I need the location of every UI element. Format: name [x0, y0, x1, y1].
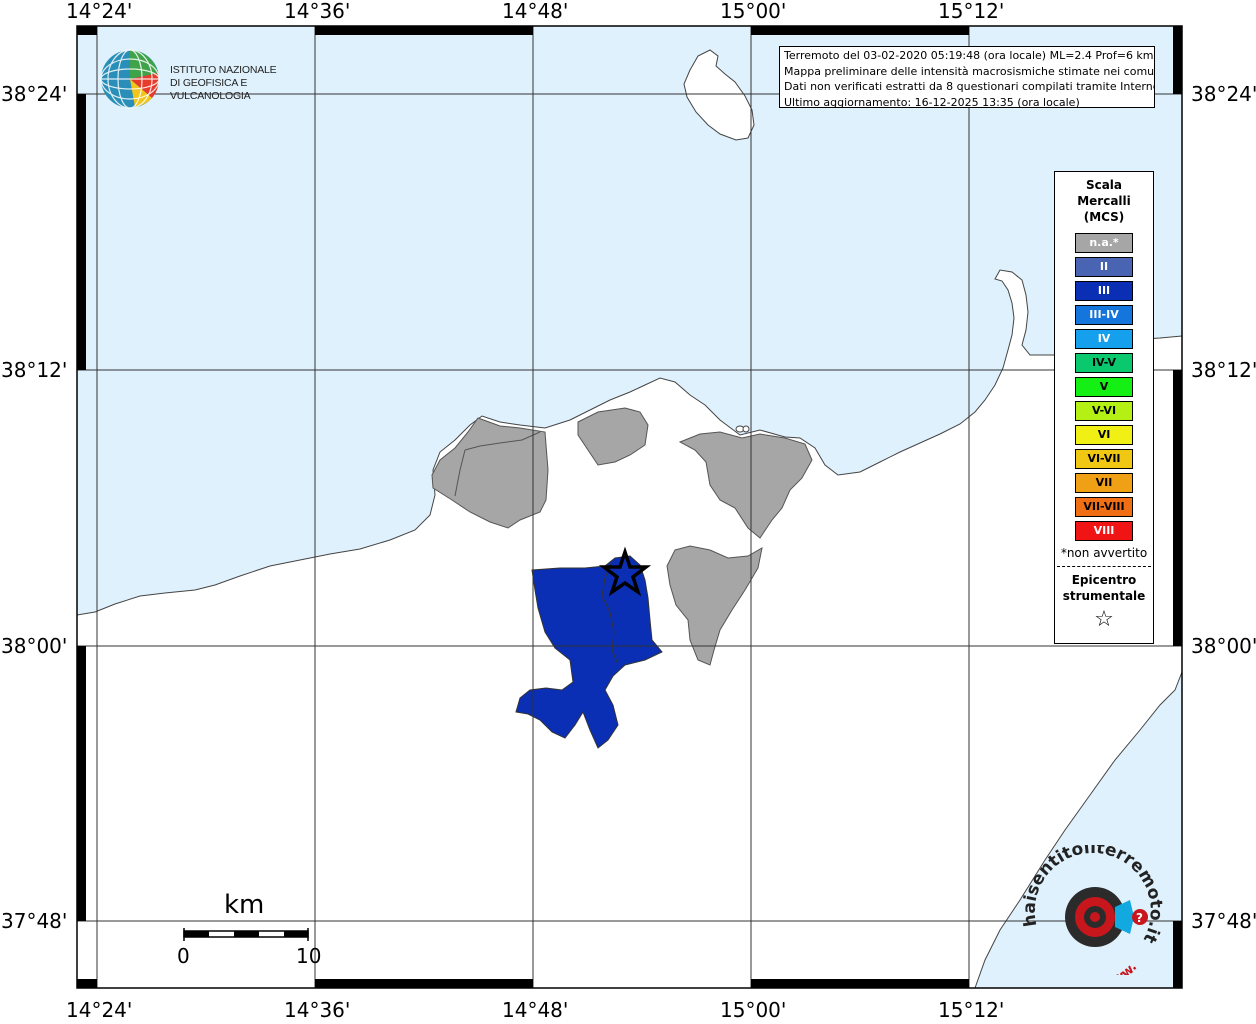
scale-min: 0: [177, 944, 190, 968]
mcs-legend: Scala Mercalli (MCS) n.a.* II III III-IV IV I…: [1054, 171, 1154, 644]
scale-unit: km: [224, 890, 265, 920]
legend-items: n.a.* II III III-IV IV IV-V V V-VI VI VI-VII VII VI…: [1055, 233, 1153, 541]
event-info-line2: Mappa preliminare delle intensità macros…: [784, 64, 1155, 78]
haisentito-logo: haisentitoilterremoto.it www. ?: [1018, 838, 1168, 989]
lat-label-right-4: 37°48': [1191, 909, 1256, 933]
legend-star-icon: ☆: [1094, 607, 1114, 632]
legend-item-vii-viii: VII-VIII: [1075, 497, 1133, 517]
lon-label-bottom-1: 14°24': [66, 998, 133, 1022]
event-info-line3: Dati non verificati estratti da 8 questi…: [784, 80, 1155, 93]
lat-label-right-1: 38°24': [1191, 82, 1256, 106]
legend-item-viii: VIII: [1075, 521, 1133, 541]
event-info-line1: Terremoto del 03-02-2020 05:19:48 (ora l…: [784, 49, 1154, 62]
lon-label-bottom-4: 15°00': [720, 998, 787, 1022]
lon-label-top-3: 14°48': [502, 0, 569, 23]
legend-item-vi: VI: [1075, 425, 1133, 445]
legend-item-ii: II: [1075, 257, 1133, 277]
legend-epicentro: Epicentro: [1071, 573, 1137, 587]
legend-item-v: V: [1075, 377, 1133, 397]
legend-item-iv-v: IV-V: [1075, 353, 1133, 373]
lon-label-bottom-5: 15°12': [938, 998, 1005, 1022]
lon-label-top-5: 15°12': [938, 0, 1005, 23]
ingv-logo: ISTITUTO NAZIONALE DI GEOFISICA E VULCAN…: [100, 48, 330, 110]
svg-text:?: ?: [1136, 911, 1143, 925]
lat-label-right-3: 38°00': [1191, 634, 1256, 658]
globe-icon: [100, 49, 160, 109]
scale-max: 10: [296, 944, 322, 968]
lat-label-left-3: 38°00': [1, 634, 68, 658]
lat-label-left-1: 38°24': [1, 82, 68, 106]
legend-item-vi-vii: VI-VII: [1075, 449, 1133, 469]
legend-title-mcs: (MCS): [1083, 210, 1125, 224]
legend-separator: [1057, 566, 1151, 567]
svg-text:www.: www.: [1101, 960, 1140, 975]
legend-item-iii: III: [1075, 281, 1133, 301]
lon-label-bottom-3: 14°48': [502, 998, 569, 1022]
lat-label-left-4: 37°48': [1, 909, 68, 933]
legend-item-iii-iv: III-IV: [1075, 305, 1133, 325]
legend-strumentale: strumentale: [1062, 589, 1146, 603]
logo-www: www.: [1101, 960, 1140, 989]
lon-label-top-4: 15°00': [720, 0, 787, 23]
event-info-line4: Ultimo aggiornamento: 16-12-2025 13:35 (…: [784, 95, 1080, 108]
legend-item-n-a: n.a.*: [1075, 233, 1133, 253]
lat-label-right-2: 38°12': [1191, 358, 1256, 382]
lon-label-bottom-2: 14°36': [284, 998, 351, 1022]
legend-note: *non avvertito: [1060, 546, 1148, 560]
legend-item-iv: IV: [1075, 329, 1133, 349]
lon-label-top-1: 14°24': [66, 0, 133, 23]
legend-item-v-vi: V-VI: [1075, 401, 1133, 421]
ingv-name-line2: DI GEOFISICA E VULCANOLOGIA: [170, 77, 251, 102]
ingv-name-line1: ISTITUTO NAZIONALE: [170, 64, 277, 76]
lat-label-left-2: 38°12': [1, 358, 68, 382]
legend-title-scala: Scala: [1085, 178, 1123, 192]
event-info-box: Terremoto del 03-02-2020 05:19:48 (ora l…: [779, 46, 1155, 108]
legend-title-mercalli: Mercalli: [1077, 194, 1131, 208]
legend-item-vii: VII: [1075, 473, 1133, 493]
lon-label-top-2: 14°36': [284, 0, 351, 23]
